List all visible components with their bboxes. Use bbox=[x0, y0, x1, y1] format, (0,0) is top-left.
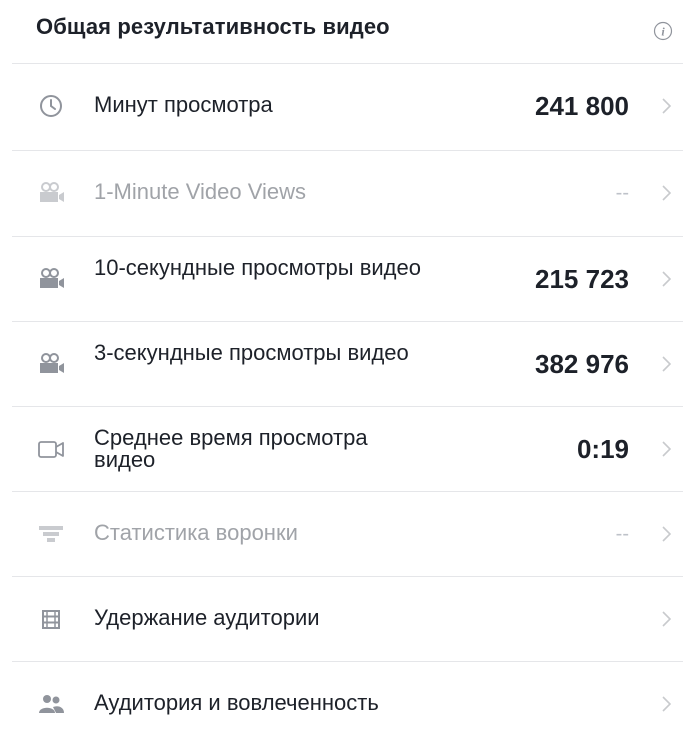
film-camera-icon bbox=[40, 268, 64, 288]
metric-label: Статистика воронки bbox=[94, 520, 298, 545]
chevron-right-icon bbox=[662, 696, 672, 712]
metric-value: 215 723 bbox=[535, 264, 629, 294]
metric-label: 3-секундные просмотры видео bbox=[94, 340, 409, 365]
metric-row-3s-views[interactable]: 3-секундные просмотры видео 382 976 bbox=[0, 322, 683, 406]
metric-label: Минут просмотра bbox=[94, 92, 273, 117]
chevron-right-icon bbox=[662, 98, 672, 114]
svg-text:i: i bbox=[661, 25, 665, 39]
info-icon[interactable]: i bbox=[653, 21, 673, 41]
metric-value: 241 800 bbox=[535, 91, 629, 121]
chevron-right-icon bbox=[662, 526, 672, 542]
clock-icon bbox=[40, 95, 62, 117]
video-camera-icon bbox=[38, 441, 64, 458]
chevron-right-icon bbox=[662, 271, 672, 287]
metric-value: 0:19 bbox=[576, 434, 629, 464]
chevron-right-icon bbox=[662, 356, 672, 372]
chevron-right-icon bbox=[662, 185, 672, 201]
section-title: Общая результативность видео bbox=[36, 14, 390, 39]
metric-row-audience-retention[interactable]: Удержание аудитории bbox=[0, 577, 683, 661]
metric-label: Аудитория и вовлеченность bbox=[94, 690, 379, 715]
metric-row-funnel-stats[interactable]: Статистика воронки -- bbox=[0, 492, 683, 576]
metric-value: -- bbox=[615, 523, 629, 545]
metric-value: 382 976 bbox=[535, 349, 629, 379]
metric-row-10s-views[interactable]: 10-секундные просмотры видео 215 723 bbox=[0, 237, 683, 321]
metric-label: Среднее время просмотра видео bbox=[94, 425, 368, 472]
film-camera-icon bbox=[40, 353, 64, 373]
metric-row-audience-engagement[interactable]: Аудитория и вовлеченность bbox=[0, 662, 683, 746]
funnel-icon bbox=[39, 526, 63, 542]
metric-label: 10-секундные просмотры видео bbox=[94, 255, 421, 280]
film-strip-icon bbox=[42, 610, 60, 629]
metric-row-watch-minutes[interactable]: Минут просмотра 241 800 bbox=[0, 64, 683, 148]
metric-row-1min-views[interactable]: 1-Minute Video Views -- bbox=[0, 151, 683, 235]
metric-label: 1-Minute Video Views bbox=[94, 179, 306, 204]
metric-label: Удержание аудитории bbox=[94, 605, 320, 630]
metric-row-avg-watch-time[interactable]: Среднее время просмотра видео 0:19 bbox=[0, 407, 683, 491]
chevron-right-icon bbox=[662, 611, 672, 627]
chevron-right-icon bbox=[662, 441, 672, 457]
metric-value: -- bbox=[615, 182, 629, 204]
section-header: Общая результативность видео i bbox=[0, 0, 683, 62]
people-icon bbox=[39, 695, 64, 713]
film-camera-icon bbox=[40, 182, 64, 202]
